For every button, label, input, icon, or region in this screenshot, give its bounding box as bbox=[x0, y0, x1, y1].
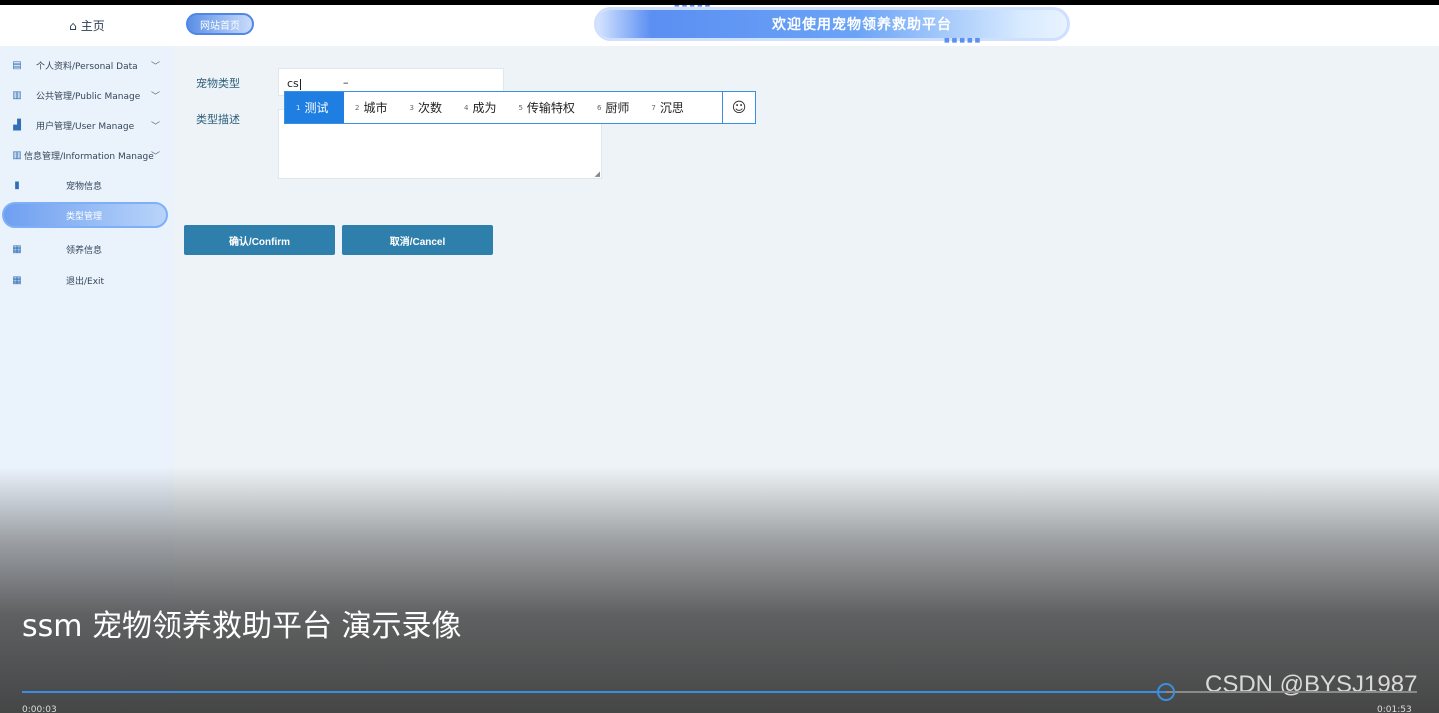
sidebar-item-pet-info[interactable]: ▮ 宠物信息 bbox=[0, 174, 174, 196]
pet-type-extra: – bbox=[343, 76, 349, 89]
sidebar-item-label: 个人资料/Personal Data bbox=[36, 61, 138, 72]
pet-type-label: 宠物类型 bbox=[196, 77, 240, 90]
sidebar-item-label: 退出/Exit bbox=[66, 276, 105, 287]
ime-candidate[interactable]: 3 次数 bbox=[398, 92, 452, 123]
site-home-button[interactable]: 网站首页 bbox=[186, 13, 254, 35]
home-icon: ⌂ bbox=[69, 18, 77, 33]
video-progress-knob[interactable] bbox=[1156, 683, 1175, 701]
bar-chart-icon: ▥ bbox=[12, 149, 22, 161]
banner-decoration: ■■■■■ bbox=[674, 5, 712, 8]
document-icon: ▤ bbox=[12, 59, 22, 71]
sidebar-item-type-manage[interactable]: 类型管理 bbox=[2, 202, 168, 228]
ime-candidate-number: 5 bbox=[518, 103, 523, 112]
cancel-button[interactable]: 取消/Cancel bbox=[342, 225, 493, 255]
sidebar-item-label: 用户管理/User Manage bbox=[36, 121, 135, 132]
ime-candidate[interactable]: 4 成为 bbox=[453, 92, 507, 123]
banner-decoration: ■■■■■ bbox=[944, 37, 983, 44]
calendar-check-icon: ▦ bbox=[12, 274, 22, 286]
ime-candidate-text: 沉思 bbox=[659, 101, 684, 115]
top-header: ⌂ 主页 网站首页 ■■■■■ ■■■■■ 欢迎使用宠物领养救助平台 bbox=[0, 5, 1439, 46]
ime-candidate[interactable]: 1 测试 bbox=[285, 92, 344, 123]
site-home-label: 网站首页 bbox=[200, 20, 240, 32]
ime-candidate-text: 传输特权 bbox=[526, 101, 575, 115]
home-label: 主页 bbox=[80, 19, 105, 33]
ime-candidate-text: 次数 bbox=[417, 101, 442, 115]
ime-candidate-number: 7 bbox=[651, 103, 656, 112]
ime-candidate[interactable]: 2 城市 bbox=[344, 92, 398, 123]
sidebar-item-label: 信息管理/Information Manage bbox=[24, 151, 154, 162]
document-lock-icon: ▥ bbox=[12, 89, 22, 101]
ime-candidate-number: 6 bbox=[596, 103, 602, 112]
calendar-icon: ▦ bbox=[12, 243, 22, 255]
text-caret bbox=[299, 78, 301, 90]
sidebar-item-label: 类型管理 bbox=[66, 211, 103, 222]
ime-candidate-number: 4 bbox=[463, 103, 469, 112]
sidebar-item-personal-data[interactable]: ▤ 个人资料/Personal Data ﹀ bbox=[0, 54, 174, 76]
ime-candidate-text: 成为 bbox=[472, 101, 497, 115]
chevron-down-icon: ﹀ bbox=[151, 61, 161, 72]
chevron-down-icon: ﹀ bbox=[151, 121, 161, 132]
building-icon: ▟ bbox=[13, 119, 21, 131]
ime-candidate-bar: 1 测试 2 城市 3 次数 4 成为 5 传输特权 6 厨师 7 沉思 ☺ bbox=[284, 91, 756, 124]
video-time-total: 0:01:53 bbox=[1377, 705, 1412, 713]
video-caption: ssm 宠物领养救助平台 演示录像 bbox=[22, 609, 462, 644]
ime-candidate-number: 3 bbox=[409, 103, 414, 112]
ime-candidate-number: 1 bbox=[296, 103, 301, 112]
chevron-down-icon: ﹀ bbox=[151, 91, 161, 102]
sidebar-item-label: 宠物信息 bbox=[66, 181, 103, 192]
ime-candidate[interactable]: 7 沉思 bbox=[640, 92, 694, 123]
ime-candidate-number: 2 bbox=[355, 103, 360, 112]
sidebar-item-label: 公共管理/Public Manage bbox=[36, 91, 141, 102]
banner-title: 欢迎使用宠物领养救助平台 bbox=[772, 17, 952, 33]
sidebar-item-information-manage[interactable]: ▥ 信息管理/Information Manage ﹀ bbox=[0, 144, 174, 166]
ime-candidate[interactable]: 6 厨师 bbox=[586, 92, 640, 123]
sidebar-item-user-manage[interactable]: ▟ 用户管理/User Manage ﹀ bbox=[0, 114, 174, 136]
sidebar-item-exit[interactable]: ▦ 退出/Exit bbox=[0, 269, 174, 291]
app-window: ⌂ 主页 网站首页 ■■■■■ ■■■■■ 欢迎使用宠物领养救助平台 ▤ 个人资… bbox=[0, 5, 1439, 713]
chevron-down-icon: ﹀ bbox=[151, 151, 161, 162]
watermark: CSDN @BYSJ1987 bbox=[1205, 671, 1418, 698]
ime-candidate-text: 厨师 bbox=[605, 101, 630, 115]
ime-candidate-text: 测试 bbox=[304, 101, 329, 115]
sidebar-item-label: 领养信息 bbox=[66, 245, 103, 256]
home-link[interactable]: ⌂ 主页 bbox=[0, 5, 174, 46]
confirm-button[interactable]: 确认/Confirm bbox=[184, 225, 335, 255]
type-desc-label: 类型描述 bbox=[196, 113, 240, 126]
resize-grip-icon[interactable]: ◢ bbox=[595, 170, 600, 178]
welcome-banner: ■■■■■ ■■■■■ 欢迎使用宠物领养救助平台 bbox=[594, 5, 1070, 44]
ime-candidate[interactable]: 5 传输特权 bbox=[507, 92, 585, 123]
video-progress-fill bbox=[22, 691, 1166, 693]
bookmark-icon: ▮ bbox=[14, 179, 20, 191]
video-progress-bar[interactable] bbox=[22, 683, 1417, 701]
ime-candidate-text: 城市 bbox=[363, 101, 388, 115]
emoji-icon[interactable]: ☺ bbox=[722, 92, 755, 123]
video-time-current: 0:00:03 bbox=[22, 705, 57, 713]
sidebar-item-adoption-info[interactable]: ▦ 领养信息 bbox=[0, 238, 174, 260]
sidebar-item-public-manage[interactable]: ▥ 公共管理/Public Manage ﹀ bbox=[0, 84, 174, 106]
pet-type-value: cs bbox=[287, 77, 299, 90]
